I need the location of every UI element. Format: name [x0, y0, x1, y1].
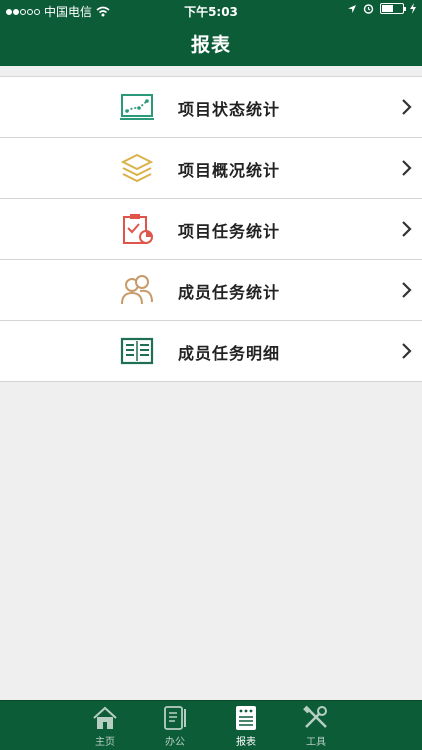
users-icon — [121, 275, 153, 305]
status-bar: 中国电信 下午5:03 — [0, 0, 422, 22]
menu-item-project-tasks[interactable]: 项目任务统计 — [0, 199, 422, 260]
menu-item-member-tasks[interactable]: 成员任务统计 — [0, 260, 422, 321]
clipboard-pie-icon — [123, 214, 153, 244]
tab-tools[interactable]: 工具 — [296, 705, 336, 750]
chevron-right-icon — [402, 99, 412, 115]
battery-icon — [380, 3, 406, 14]
tab-label: 工具 — [306, 737, 326, 748]
menu-item-member-detail[interactable]: 成员任务明细 — [0, 321, 422, 382]
tab-home[interactable]: 主页 — [85, 705, 125, 750]
chevron-right-icon — [402, 343, 412, 359]
alarm-icon — [363, 4, 374, 14]
status-bar-right — [347, 3, 416, 14]
tab-label: 主页 — [95, 737, 115, 748]
menu-item-label: 项目任务统计 — [178, 222, 281, 241]
report-menu-list: 项目状态统计 项目概况统计 项目任务统计 成员任务统计 成员任务明细 — [0, 76, 422, 382]
menu-item-project-overview[interactable]: 项目概况统计 — [0, 138, 422, 199]
tab-label: 报表 — [236, 737, 256, 748]
bottom-tab-bar: 主页 办公 报表 工具 — [0, 700, 422, 750]
tab-label: 办公 — [165, 737, 185, 748]
menu-item-label: 项目状态统计 — [178, 100, 281, 119]
location-arrow-icon — [348, 4, 356, 13]
document-pen-icon — [164, 706, 186, 730]
detail-list-icon — [120, 337, 154, 365]
menu-item-label: 项目概况统计 — [178, 161, 281, 180]
home-icon — [93, 706, 117, 729]
chevron-right-icon — [402, 221, 412, 237]
line-chart-icon — [120, 94, 154, 120]
chevron-right-icon — [402, 282, 412, 298]
chevron-right-icon — [402, 160, 412, 176]
report-icon — [236, 706, 256, 730]
tools-icon — [303, 705, 327, 728]
header-bar: 中国电信 下午5:03 报表 — [0, 0, 422, 66]
menu-item-label: 成员任务统计 — [178, 283, 281, 302]
charging-bolt-icon — [410, 3, 416, 14]
menu-item-project-status[interactable]: 项目状态统计 — [0, 77, 422, 138]
page-title: 报表 — [190, 34, 231, 56]
tab-office[interactable]: 办公 — [155, 705, 195, 750]
layers-icon — [120, 153, 154, 183]
menu-item-label: 成员任务明细 — [178, 344, 281, 363]
tab-reports[interactable]: 报表 — [226, 705, 266, 750]
